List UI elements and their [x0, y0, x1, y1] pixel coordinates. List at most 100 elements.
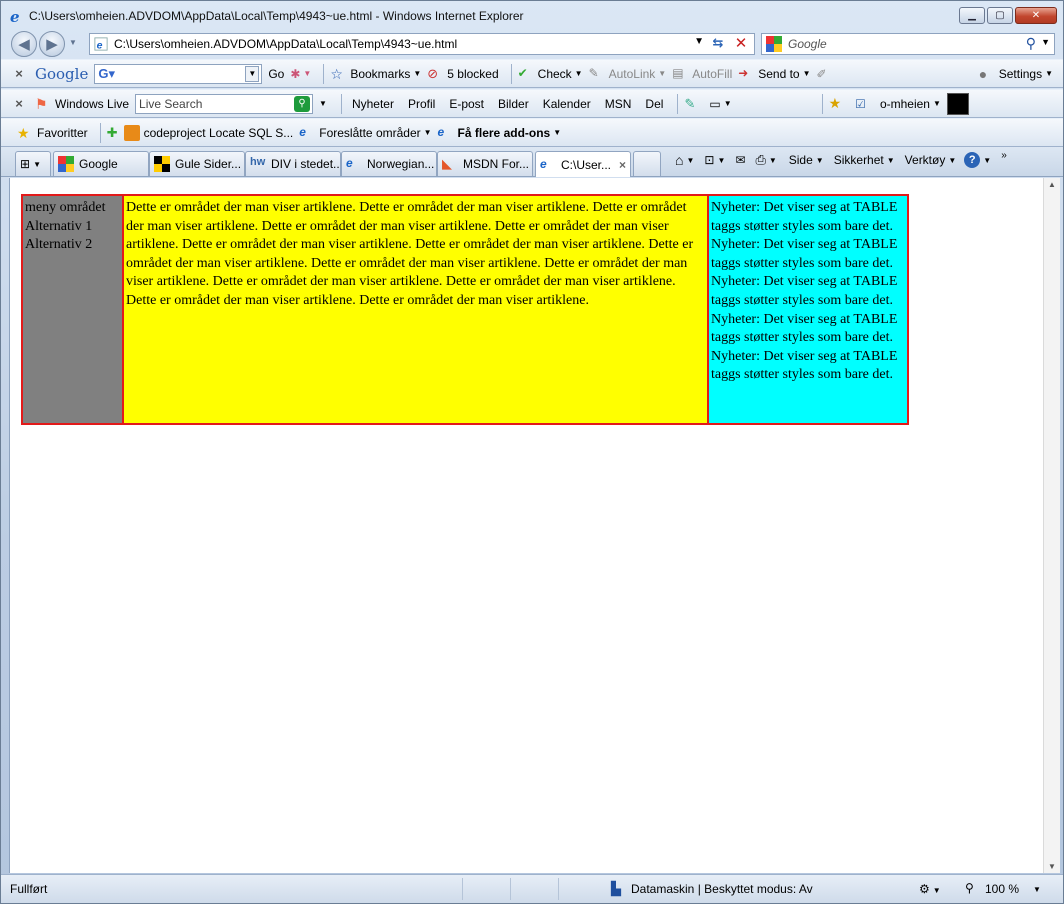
separator [340, 93, 342, 114]
read-mail-icon[interactable]: ✉ [735, 153, 745, 167]
live-share-icon[interactable]: ✎ [684, 96, 695, 112]
autofill-button[interactable]: ▤ AutoFill [672, 66, 732, 82]
favorites-star-icon: ★ [17, 124, 30, 141]
minimize-icon: ▁ [968, 10, 976, 21]
news-text: Nyheter: Det viser seg at TABLE taggs st… [711, 200, 898, 383]
pen-icon[interactable]: ✐ [817, 67, 827, 81]
forward-button[interactable]: ▶ [39, 31, 65, 57]
live-link-profil[interactable]: Profil [408, 97, 435, 111]
google-search-input[interactable]: G▾ ▼ [94, 63, 263, 84]
stop-icon[interactable]: ✕ [732, 34, 750, 52]
security-zone[interactable]: ▙ Datamaskin | Beskyttet modus: Av [611, 881, 813, 897]
settings-button[interactable]: ● Settings ▼ [979, 66, 1053, 82]
address-row: ◀ ▶ ▼ e C:\Users\omheien.ADVDOM\AppData\… [1, 29, 1063, 59]
tab-div-i-stedet[interactable]: hw DIV i stedet... [245, 151, 341, 176]
separator [821, 93, 823, 114]
tab-norwegian[interactable]: e Norwegian... [341, 151, 437, 176]
scroll-up-icon[interactable]: ▲ [1048, 180, 1056, 189]
chevron-more-icon[interactable]: » [1001, 150, 1007, 161]
address-url: C:\Users\omheien.ADVDOM\AppData\Local\Te… [114, 37, 458, 51]
feeds-button[interactable]: ⊡ ▼ [704, 153, 725, 167]
address-bar[interactable]: e C:\Users\omheien.ADVDOM\AppData\Local\… [89, 33, 755, 55]
tab-current-file[interactable]: e C:\User... × [535, 151, 631, 177]
tab-msdn-forums[interactable]: ◣ MSDN For... [437, 151, 533, 176]
close-button[interactable]: ✕ [1015, 7, 1057, 24]
live-link-del[interactable]: Del [645, 97, 663, 111]
windows-flag-icon: ⚑ [35, 95, 48, 112]
live-toolbar-close-icon[interactable]: × [9, 96, 29, 111]
history-dropdown-icon[interactable]: ▼ [69, 38, 77, 47]
favorite-suggested-sites[interactable]: e Foreslåtte områder ▼ [299, 125, 431, 141]
google-extra-icon[interactable]: ✱ ▼ [290, 67, 311, 81]
search-magnifier-icon[interactable]: ⚲ [1026, 35, 1036, 52]
live-favorites-star-icon[interactable]: ★ [829, 95, 842, 112]
help-icon: ? [964, 152, 981, 168]
spellcheck-button[interactable]: ✔ Check ▼ [518, 66, 583, 82]
zoom-magnifier-icon: ⚲ [965, 881, 974, 895]
address-dropdown-icon[interactable]: ▼ [694, 36, 704, 47]
page-icon: e [94, 37, 108, 51]
favorite-codeproject[interactable]: codeproject Locate SQL S... [123, 124, 293, 141]
separator [510, 63, 512, 84]
live-link-nyheter[interactable]: Nyheter [352, 97, 394, 111]
live-checkbox-icon[interactable]: ☑ [855, 97, 866, 111]
layout-table: meny området Alternativ 1 Alternativ 2 D… [21, 194, 909, 425]
live-search-input[interactable]: Live Search ⚲ [135, 93, 314, 114]
tab-bar: ⊞ ▼ Google Gule Sider... hw DIV i stedet..… [1, 147, 1063, 177]
live-window-icon[interactable]: ▭ ▼ [709, 97, 731, 111]
refresh-icon[interactable]: ⇆ [708, 35, 728, 53]
tools-menu[interactable]: Verktøy ▼ [905, 153, 957, 167]
vertical-scrollbar[interactable]: ▲ ▼ [1043, 178, 1060, 873]
browser-window: e C:\Users\omheien.ADVDOM\AppData\Local\… [0, 0, 1064, 904]
page-content: meny området Alternativ 1 Alternativ 2 D… [9, 178, 1043, 873]
tab-close-icon[interactable]: × [619, 158, 626, 172]
news-column: Nyheter: Det viser seg at TABLE taggs st… [709, 196, 907, 423]
favorite-get-addons[interactable]: e Få flere add-ons ▼ [438, 125, 562, 141]
print-button[interactable]: ⎙ ▼ [755, 152, 776, 168]
status-text: Fullført [10, 882, 48, 896]
bookmarks-button[interactable]: ☆ Bookmarks ▼ [330, 66, 421, 82]
maximize-button[interactable]: ▢ [987, 7, 1013, 24]
live-search-dropdown-icon[interactable]: ▼ [319, 99, 327, 108]
live-user-menu[interactable]: o-mheien ▼ [880, 97, 941, 111]
google-toolbar: × Google G▾ ▼ Go ✱ ▼ ☆ Bookmarks ▼ ⊘ 5 block… [1, 59, 1063, 88]
scroll-down-icon[interactable]: ▼ [1048, 862, 1056, 871]
autolink-button[interactable]: ✎ AutoLink ▼ [589, 66, 667, 82]
close-icon: ✕ [1031, 10, 1041, 21]
new-tab-button[interactable] [633, 151, 661, 176]
add-favorite-icon[interactable]: ✚ [107, 125, 118, 141]
google-go-button[interactable]: Go [268, 67, 284, 81]
window-title: C:\Users\omheien.ADVDOM\AppData\Local\Te… [29, 9, 524, 23]
google-search-provider-icon [766, 36, 782, 52]
live-link-msn[interactable]: MSN [605, 97, 632, 111]
back-button[interactable]: ◀ [11, 31, 37, 57]
safety-menu[interactable]: Sikkerhet ▼ [834, 153, 895, 167]
live-link-bilder[interactable]: Bilder [498, 97, 529, 111]
protected-mode-icon[interactable]: ⚙ ▼ [919, 882, 941, 896]
google-search-dropdown-icon[interactable]: ▼ [245, 65, 260, 82]
menu-option-2: Alternativ 2 [25, 237, 93, 253]
status-segment [558, 878, 606, 900]
live-link-epost[interactable]: E-post [449, 97, 484, 111]
home-button[interactable]: ⌂ ▼ [675, 152, 694, 168]
zoom-dropdown-icon[interactable]: ▼ [1033, 885, 1041, 894]
avatar[interactable] [946, 92, 969, 115]
favorites-button[interactable]: ★ Favoritter [17, 125, 88, 141]
zoom-control[interactable]: ⚲ 100 % ▼ [965, 881, 1041, 897]
windows-live-toolbar: × ⚑ Windows Live Live Search ⚲ ▼ Nyheter … [1, 89, 1063, 118]
minimize-button[interactable]: ▁ [959, 7, 985, 24]
live-link-kalender[interactable]: Kalender [543, 97, 591, 111]
google-toolbar-close-icon[interactable]: × [9, 66, 29, 81]
sendto-button[interactable]: ➜ Send to ▼ [738, 66, 810, 82]
live-search-go-icon[interactable]: ⚲ [294, 95, 311, 112]
search-box[interactable]: Google ⚲ ▼ [761, 33, 1055, 55]
tab-gule-sider[interactable]: Gule Sider... [149, 151, 245, 176]
quick-tabs-button[interactable]: ⊞ ▼ [15, 151, 51, 176]
help-button[interactable]: ? ▼ [964, 152, 991, 168]
ie-page-icon: e [437, 124, 445, 139]
popup-blocked-button[interactable]: ⊘ 5 blocked [427, 66, 498, 82]
popup-blocker-icon: ⊘ [427, 65, 439, 81]
page-menu[interactable]: Side ▼ [789, 153, 824, 167]
tab-google[interactable]: Google [53, 151, 149, 176]
search-dropdown-icon[interactable]: ▼ [1041, 37, 1050, 47]
